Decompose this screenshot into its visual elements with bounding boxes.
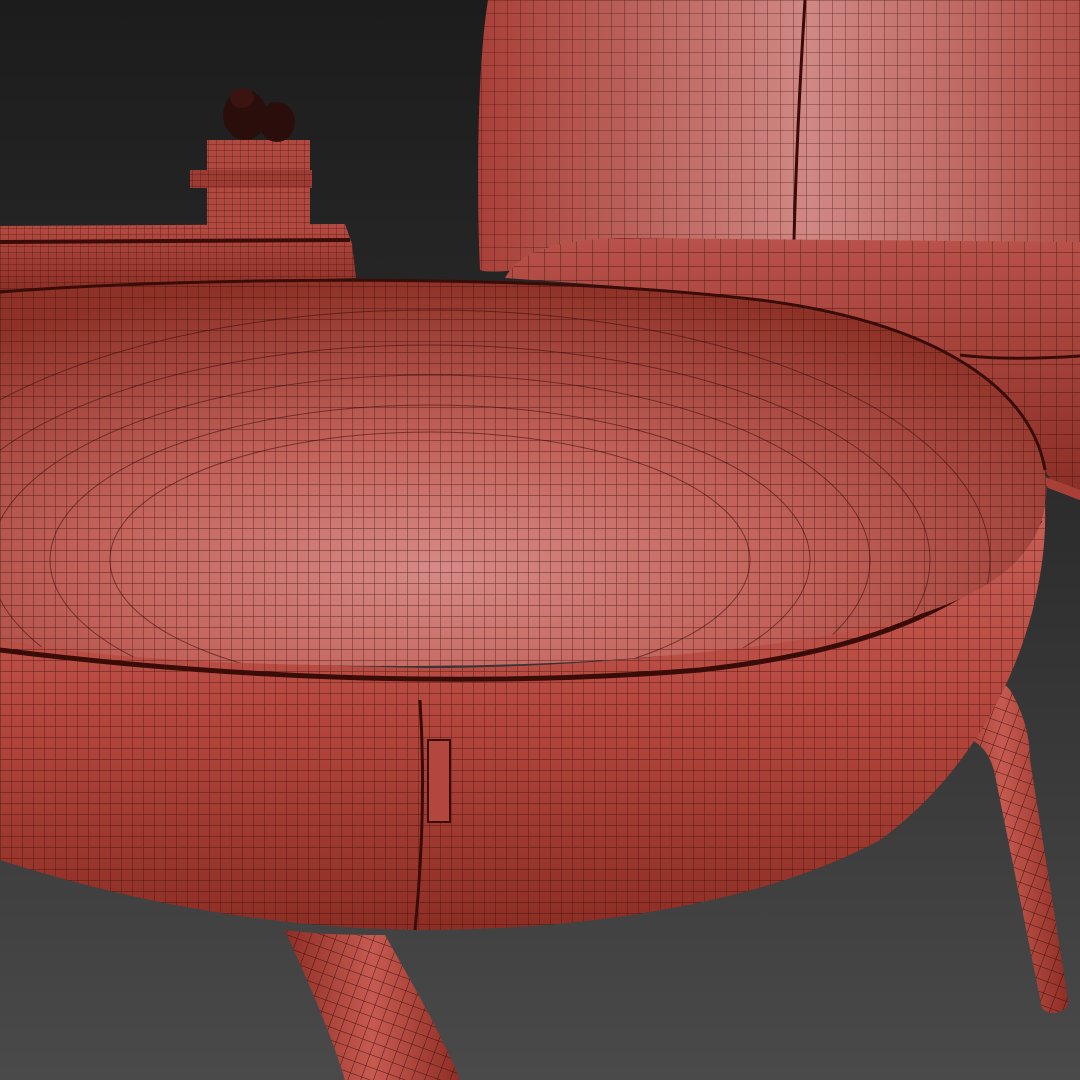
zipper-tab	[427, 739, 451, 823]
backrest	[478, 0, 1080, 272]
cactus-pot	[190, 140, 312, 226]
render-viewport	[0, 0, 1080, 1080]
wireframe-scene	[0, 0, 1080, 1080]
